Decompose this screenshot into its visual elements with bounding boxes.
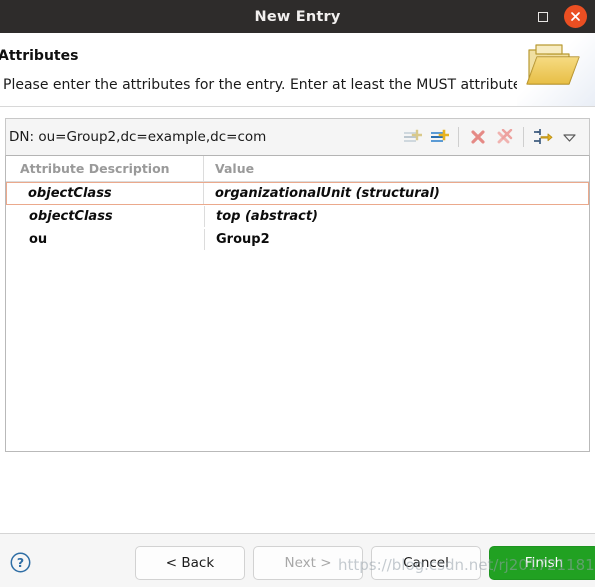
- new-value-icon[interactable]: [426, 124, 453, 150]
- table-row[interactable]: ou Group2: [6, 228, 589, 251]
- column-header-value[interactable]: Value: [204, 156, 589, 181]
- table-header-row: Attribute Description Value: [6, 156, 589, 182]
- cell-value: top (abstract): [216, 209, 318, 224]
- expand-value-icon[interactable]: [529, 124, 556, 150]
- column-header-attribute-description[interactable]: Attribute Description: [6, 156, 204, 181]
- attributes-toolbar: DN: ou=Group2,dc=example,dc=com: [5, 118, 590, 156]
- help-icon[interactable]: ?: [10, 552, 31, 573]
- dn-label: DN: ou=Group2,dc=example,dc=com: [9, 129, 267, 145]
- cancel-button[interactable]: Cancel: [371, 546, 481, 580]
- cell-value: organizationalUnit (structural): [215, 186, 440, 201]
- page-description: Please enter the attributes for the entr…: [3, 77, 534, 93]
- view-menu-chevron-icon[interactable]: [556, 124, 583, 150]
- titlebar: New Entry: [0, 0, 595, 33]
- table-row[interactable]: objectClass organizationalUnit (structur…: [6, 182, 589, 205]
- help-question-mark: ?: [17, 555, 24, 570]
- open-folder-icon: [526, 44, 580, 85]
- cell-attribute-description: objectClass: [7, 206, 205, 227]
- new-attribute-icon[interactable]: [399, 124, 426, 150]
- window-controls: [532, 0, 587, 33]
- attributes-table[interactable]: Attribute Description Value objectClass …: [5, 156, 590, 452]
- close-icon[interactable]: [564, 5, 587, 28]
- wizard-buttons: < Back Next > Cancel Finish: [135, 546, 595, 580]
- header-banner: [517, 33, 595, 106]
- toolbar-actions: [399, 119, 583, 155]
- page-title: Attributes: [0, 48, 79, 64]
- new-entry-dialog: New Entry Attributes Please enter the at…: [0, 0, 595, 587]
- delete-attribute-icon[interactable]: [464, 124, 491, 150]
- wizard-header: Attributes Please enter the attributes f…: [0, 33, 595, 107]
- delete-all-values-icon[interactable]: [491, 124, 518, 150]
- window-title: New Entry: [254, 8, 341, 25]
- table-row[interactable]: objectClass top (abstract): [6, 205, 589, 228]
- toolbar-separator: [458, 127, 459, 147]
- maximize-icon[interactable]: [532, 6, 554, 28]
- cell-value: Group2: [216, 232, 270, 247]
- next-button[interactable]: Next >: [253, 546, 363, 580]
- finish-button[interactable]: Finish: [489, 546, 595, 580]
- toolbar-separator-2: [523, 127, 524, 147]
- back-button[interactable]: < Back: [135, 546, 245, 580]
- cell-attribute-description: objectClass: [7, 183, 204, 204]
- cell-attribute-description: ou: [7, 229, 205, 250]
